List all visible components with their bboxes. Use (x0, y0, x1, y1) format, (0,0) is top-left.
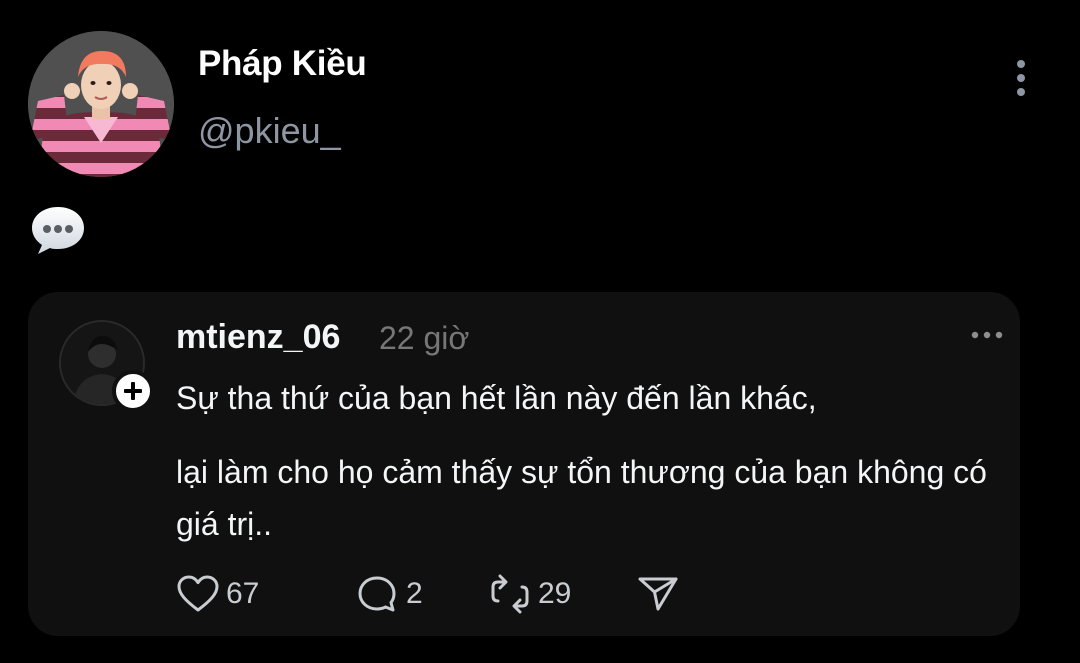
display-name[interactable]: Pháp Kiều (198, 44, 367, 84)
repost-button[interactable]: 29 (488, 574, 571, 614)
speech-bubble-emoji (30, 204, 86, 256)
profile-avatar[interactable] (28, 31, 174, 177)
like-button[interactable]: 67 (176, 574, 259, 614)
post-timestamp: 22 giờ (379, 320, 470, 356)
comment-bubble-icon (358, 576, 396, 612)
reply-button[interactable]: 2 (356, 574, 423, 614)
repost-icon (491, 574, 529, 614)
follow-button[interactable] (112, 370, 154, 412)
quoted-post-card[interactable]: mtienz_06 22 giờ Sự tha thứ của bạn hết … (28, 292, 1020, 636)
post-paragraph: Sự tha thứ của bạn hết lần này đến lần k… (176, 380, 817, 416)
like-count: 67 (226, 577, 260, 610)
repost-count: 29 (538, 577, 572, 610)
heart-icon (177, 575, 219, 612)
reply-count: 2 (406, 577, 423, 610)
user-handle[interactable]: @pkieu_ (198, 110, 341, 152)
post-author-name[interactable]: mtienz_06 (176, 318, 340, 357)
horizontal-ellipsis-icon[interactable] (969, 325, 1005, 345)
plus-icon (124, 382, 142, 400)
post-paragraph: lại làm cho họ cảm thấy sự tổn thương củ… (176, 454, 987, 542)
post-body: Sự tha thứ của bạn hết lần này đến lần k… (176, 372, 996, 572)
share-button[interactable] (636, 574, 680, 614)
vertical-ellipsis-icon[interactable] (1009, 58, 1033, 102)
send-icon (638, 577, 678, 611)
